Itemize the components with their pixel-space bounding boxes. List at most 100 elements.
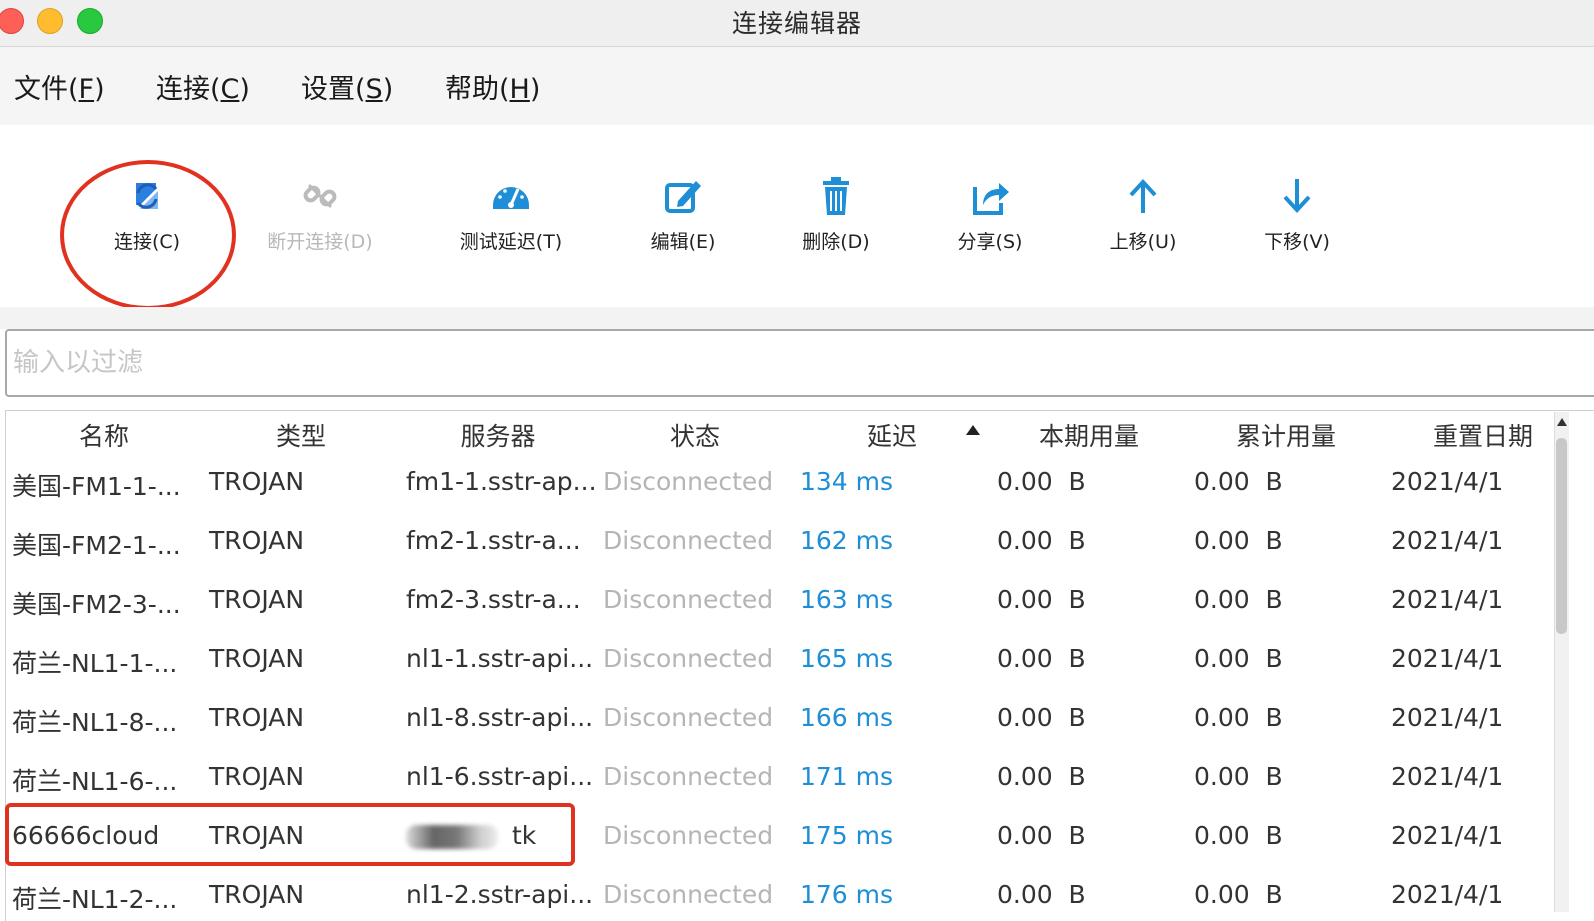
delete-label: 删除(D) <box>802 231 870 253</box>
table-row[interactable]: 荷兰-NL1-8-... TROJAN nl1-8.sstr-api... Di… <box>6 693 1566 752</box>
share-button[interactable]: 分享(S) <box>915 175 1065 254</box>
cell-reset-date: 2021/4/1 <box>1391 762 1504 791</box>
cell-type: TROJAN <box>209 467 305 496</box>
cell-type: TROJAN <box>209 585 305 614</box>
cell-delay: 162 ms <box>800 526 894 555</box>
cell-period-usage: 0.00 B <box>997 585 1086 614</box>
col-period-usage[interactable]: 本期用量 <box>991 417 1187 453</box>
cell-period-usage: 0.00 B <box>997 880 1086 909</box>
move-down-button[interactable]: 下移(V) <box>1222 175 1372 254</box>
cell-total-usage: 0.00 B <box>1194 703 1283 732</box>
sort-ascending-icon <box>966 425 980 435</box>
table-row[interactable]: 美国-FM2-3-... TROJAN fm2-3.sstr-a... Disc… <box>6 575 1566 634</box>
cell-status: Disconnected <box>603 526 774 555</box>
cell-reset-date: 2021/4/1 <box>1391 526 1504 555</box>
trash-icon <box>823 177 849 215</box>
cell-reset-date: 2021/4/1 <box>1391 467 1504 496</box>
test-latency-button[interactable]: 测试延迟(T) <box>436 175 586 254</box>
table-row[interactable]: 荷兰-NL1-1-... TROJAN nl1-1.sstr-api... Di… <box>6 634 1566 693</box>
cell-total-usage: 0.00 B <box>1194 585 1283 614</box>
cell-reset-date: 2021/4/1 <box>1391 703 1504 732</box>
menu-file[interactable]: 文件(F) <box>14 67 105 106</box>
cell-reset-date: 2021/4/1 <box>1391 585 1504 614</box>
cell-period-usage: 0.00 B <box>997 467 1086 496</box>
cell-total-usage: 0.00 B <box>1194 821 1283 850</box>
cell-reset-date: 2021/4/1 <box>1391 821 1504 850</box>
cell-name: 美国-FM2-3-... <box>12 590 181 619</box>
menu-bar: 文件(F) 连接(C) 设置(S) 帮助(H) <box>0 47 1594 125</box>
cell-delay: 176 ms <box>800 880 894 909</box>
col-delay[interactable]: 延迟 <box>794 417 990 453</box>
col-name[interactable]: 名称 <box>6 417 202 453</box>
cell-reset-date: 2021/4/1 <box>1391 880 1504 909</box>
edit-button[interactable]: 编辑(E) <box>608 175 758 254</box>
disconnect-label: 断开连接(D) <box>267 231 373 253</box>
table-row[interactable]: 美国-FM2-1-... TROJAN fm2-1.sstr-a... Disc… <box>6 516 1566 575</box>
cell-delay: 163 ms <box>800 585 894 614</box>
disconnect-button[interactable]: 断开连接(D) <box>245 175 395 254</box>
cell-name: 荷兰-NL1-1-... <box>12 649 178 678</box>
cell-type: TROJAN <box>209 703 305 732</box>
cell-server: fm2-1.sstr-a... <box>406 526 581 555</box>
cell-period-usage: 0.00 B <box>997 703 1086 732</box>
menu-help[interactable]: 帮助(H) <box>445 67 540 106</box>
cell-server: fm1-1.sstr-ap... <box>406 467 597 496</box>
filter-input[interactable] <box>5 329 1594 397</box>
cell-total-usage: 0.00 B <box>1194 526 1283 555</box>
cell-period-usage: 0.00 B <box>997 644 1086 673</box>
cell-period-usage: 0.00 B <box>997 526 1086 555</box>
test-latency-label: 测试延迟(T) <box>459 231 563 253</box>
col-status[interactable]: 状态 <box>597 417 793 453</box>
col-type[interactable]: 类型 <box>203 417 399 453</box>
table-row[interactable]: 美国-FM1-1-... TROJAN fm1-1.sstr-ap... Dis… <box>6 457 1566 516</box>
cell-delay: 171 ms <box>800 762 894 791</box>
cell-status: Disconnected <box>603 762 774 791</box>
cell-total-usage: 0.00 B <box>1194 644 1283 673</box>
cell-type: TROJAN <box>209 762 305 791</box>
share-icon <box>973 183 1009 215</box>
menu-settings[interactable]: 设置(S) <box>301 67 393 106</box>
annotation-circle <box>60 160 236 310</box>
cell-status: Disconnected <box>603 644 774 673</box>
cell-reset-date: 2021/4/1 <box>1391 644 1504 673</box>
title-bar: 连接编辑器 <box>0 0 1594 47</box>
cell-status: Disconnected <box>603 880 774 909</box>
cell-server: nl1-8.sstr-api... <box>406 703 594 732</box>
cell-delay: 166 ms <box>800 703 894 732</box>
delete-button[interactable]: 删除(D) <box>761 175 911 254</box>
window-title: 连接编辑器 <box>731 9 862 38</box>
speedometer-icon <box>493 187 529 209</box>
scroll-up-arrow-icon[interactable] <box>1557 418 1567 426</box>
cell-period-usage: 0.00 B <box>997 821 1086 850</box>
col-total-usage[interactable]: 累计用量 <box>1188 417 1384 453</box>
cell-total-usage: 0.00 B <box>1194 467 1283 496</box>
move-down-label: 下移(V) <box>1264 231 1330 253</box>
table-row[interactable]: 荷兰-NL1-2-... TROJAN nl1-2.sstr-api... Di… <box>6 870 1566 921</box>
menu-connection[interactable]: 连接(C) <box>156 67 250 106</box>
edit-label: 编辑(E) <box>650 231 716 253</box>
arrow-down-icon <box>1283 179 1311 213</box>
scrollbar-thumb[interactable] <box>1556 438 1567 634</box>
cell-delay: 134 ms <box>800 467 894 496</box>
cell-status: Disconnected <box>603 585 774 614</box>
share-label: 分享(S) <box>957 231 1023 253</box>
arrow-up-icon <box>1129 179 1157 213</box>
cell-delay: 175 ms <box>800 821 894 850</box>
col-server[interactable]: 服务器 <box>400 417 596 453</box>
cell-server: nl1-2.sstr-api... <box>406 880 594 909</box>
cell-name: 美国-FM2-1-... <box>12 531 181 560</box>
cell-server: nl1-1.sstr-api... <box>406 644 594 673</box>
cell-name: 荷兰-NL1-8-... <box>12 708 178 737</box>
col-reset-date[interactable]: 重置日期 <box>1385 417 1581 453</box>
toolbar-separator <box>0 307 1594 329</box>
toolbar: 连接(C) 断开连接(D) 测试延迟(T) 编辑(E) 删除(D) 分享(S) … <box>0 125 1594 307</box>
annotation-highlight-box <box>5 803 575 866</box>
cell-status: Disconnected <box>603 467 774 496</box>
cell-server: nl1-6.sstr-api... <box>406 762 594 791</box>
edit-icon <box>665 181 701 213</box>
move-up-button[interactable]: 上移(U) <box>1068 175 1218 254</box>
cell-type: TROJAN <box>209 526 305 555</box>
cell-name: 荷兰-NL1-6-... <box>12 767 178 796</box>
cell-name: 荷兰-NL1-2-... <box>12 885 178 914</box>
cell-total-usage: 0.00 B <box>1194 880 1283 909</box>
